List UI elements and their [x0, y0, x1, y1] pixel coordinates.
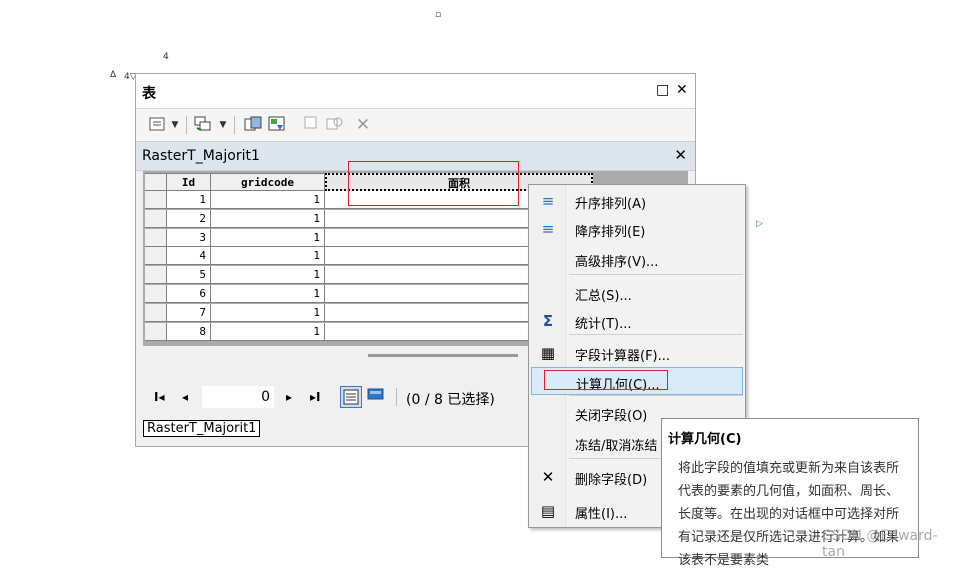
- row-selector[interactable]: [145, 247, 167, 266]
- table-options-icon[interactable]: [148, 116, 166, 134]
- menu-item-label: 字段计算器(F)...: [575, 349, 671, 364]
- close-button[interactable]: ✕: [676, 82, 688, 98]
- zoom-to-selected-icon[interactable]: [326, 116, 344, 134]
- scrollbar-thumb[interactable]: [368, 354, 518, 357]
- sigma-icon: Σ: [542, 312, 554, 330]
- menu-item-label: 高级排序(V)...: [575, 255, 659, 270]
- menu-item-label: 冻结/取消冻结: [575, 439, 658, 454]
- menu-item-label: 汇总(S)...: [575, 289, 632, 304]
- cell-gridcode[interactable]: 1: [211, 303, 325, 322]
- stray-mark: Δ: [110, 70, 117, 80]
- delete-selected-icon[interactable]: ✕: [354, 116, 372, 134]
- cell-id[interactable]: 2: [167, 209, 211, 228]
- cell-gridcode[interactable]: 1: [211, 209, 325, 228]
- window-titlebar[interactable]: 表 □ ✕: [136, 74, 695, 109]
- menu-separator: [569, 274, 743, 275]
- menu-item-label: 关闭字段(O): [575, 409, 648, 424]
- stray-mark: ▫: [435, 10, 442, 20]
- stray-mark: 4: [163, 52, 169, 62]
- first-record-button[interactable]: I◂: [154, 390, 165, 404]
- column-header-gridcode[interactable]: gridcode: [211, 173, 325, 191]
- menu-item-statistics[interactable]: Σ 统计(T)...: [531, 307, 743, 335]
- cell-gridcode[interactable]: 1: [211, 191, 325, 209]
- menu-item-sort-descending[interactable]: ≡ 降序排列(E): [531, 215, 743, 243]
- stray-mark: ▷: [756, 219, 763, 229]
- all-records-icon: [343, 389, 359, 405]
- dropdown-arrow-icon[interactable]: ▼: [166, 116, 184, 134]
- cell-id[interactable]: 1: [167, 191, 211, 209]
- highlight-area-column: [348, 161, 519, 206]
- sort-descending-icon: ≡: [541, 220, 555, 238]
- select-by-attributes-icon[interactable]: [244, 116, 262, 134]
- tooltip-title: 计算几何(C): [668, 432, 742, 447]
- cell-id[interactable]: 4: [167, 247, 211, 266]
- menu-item-sort-ascending[interactable]: ≡ 升序排列(A): [531, 187, 743, 215]
- menu-item-label: 删除字段(D): [575, 473, 648, 488]
- row-selector[interactable]: [145, 228, 167, 247]
- menu-item-label: 统计(T)...: [575, 317, 632, 332]
- selected-records-icon: [367, 388, 384, 400]
- last-record-button[interactable]: ▸I: [310, 390, 321, 404]
- table-toolbar: ▼ ▼ ✕: [136, 109, 695, 141]
- cell-id[interactable]: 3: [167, 228, 211, 247]
- row-selector[interactable]: [145, 266, 167, 285]
- previous-record-button[interactable]: ◂: [182, 390, 188, 404]
- tab-rastert-majorit1[interactable]: RasterT_Majorit1: [143, 420, 261, 437]
- cell-id[interactable]: 6: [167, 285, 211, 303]
- row-selector[interactable]: [145, 303, 167, 322]
- watermark: CSDN @Edward-tan: [822, 528, 938, 560]
- cell-id[interactable]: 5: [167, 266, 211, 285]
- column-header-id[interactable]: Id: [167, 173, 211, 191]
- switch-selection-icon[interactable]: [268, 116, 286, 134]
- row-selector[interactable]: [145, 209, 167, 228]
- menu-item-field-calculator[interactable]: ▦ 字段计算器(F)...: [531, 339, 743, 367]
- window-title: 表: [142, 86, 156, 102]
- table-tabs: RasterT_Majorit1: [143, 420, 261, 440]
- menu-item-summarize[interactable]: 汇总(S)...: [531, 279, 743, 307]
- menu-separator: [569, 334, 743, 335]
- cell-gridcode[interactable]: 1: [211, 228, 325, 247]
- row-selector[interactable]: [145, 322, 167, 341]
- record-position-field[interactable]: 0: [202, 386, 274, 408]
- selection-status: (0 / 8 已选择): [406, 392, 495, 408]
- menu-item-label: 属性(I)...: [575, 507, 628, 522]
- highlight-calculate-geometry: [544, 370, 668, 390]
- cell-gridcode[interactable]: 1: [211, 322, 325, 341]
- related-tables-icon[interactable]: [194, 116, 212, 134]
- menu-item-label: 升序排列(A): [575, 197, 647, 212]
- row-selector[interactable]: [145, 285, 167, 303]
- cell-gridcode[interactable]: 1: [211, 285, 325, 303]
- sort-ascending-icon: ≡: [541, 192, 555, 210]
- properties-icon: ▤: [540, 502, 556, 520]
- delete-icon: ✕: [541, 468, 555, 486]
- show-all-records-button[interactable]: [340, 386, 362, 408]
- menu-separator: [569, 395, 743, 396]
- cell-id[interactable]: 8: [167, 322, 211, 341]
- calculator-icon: ▦: [540, 344, 556, 362]
- row-selector[interactable]: [145, 191, 167, 209]
- clear-selection-icon[interactable]: [302, 116, 320, 134]
- cell-id[interactable]: 7: [167, 303, 211, 322]
- next-record-button[interactable]: ▸: [286, 390, 292, 404]
- row-selector-header[interactable]: [145, 173, 167, 191]
- close-table-button[interactable]: ✕: [674, 146, 687, 164]
- cell-gridcode[interactable]: 1: [211, 247, 325, 266]
- table-name: RasterT_Majorit1: [142, 148, 260, 164]
- menu-item-advanced-sorting[interactable]: 高级排序(V)...: [531, 245, 743, 273]
- show-selected-records-button[interactable]: [366, 386, 388, 408]
- restore-button[interactable]: □: [656, 82, 669, 98]
- cell-gridcode[interactable]: 1: [211, 266, 325, 285]
- dropdown-arrow-icon[interactable]: ▼: [214, 116, 232, 134]
- menu-item-label: 降序排列(E): [575, 225, 646, 240]
